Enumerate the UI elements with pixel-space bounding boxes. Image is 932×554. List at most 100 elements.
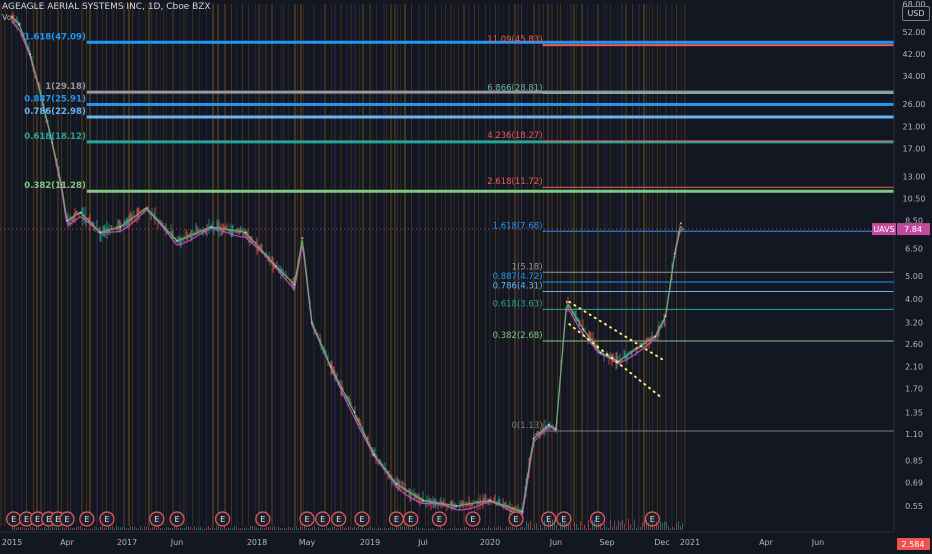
volume-bar bbox=[376, 528, 377, 530]
session-stripe bbox=[192, 4, 193, 526]
volume-bar bbox=[288, 526, 289, 530]
earnings-marker-label: E bbox=[394, 515, 399, 524]
volume-bar bbox=[530, 520, 531, 530]
session-stripe bbox=[0, 4, 2, 526]
volume-bar bbox=[496, 527, 497, 530]
session-stripe bbox=[570, 4, 572, 526]
volume-bar bbox=[104, 527, 105, 530]
session-stripe bbox=[489, 4, 491, 526]
volume-bar bbox=[374, 527, 375, 530]
volume-bar bbox=[378, 527, 379, 530]
volume-bar bbox=[466, 526, 467, 530]
volume-bar bbox=[58, 527, 59, 530]
volume-bar bbox=[668, 526, 669, 530]
volume-bar bbox=[186, 526, 187, 530]
x-tick-label: 2019 bbox=[360, 538, 380, 547]
y-tick-label: 26.00 bbox=[903, 100, 926, 109]
session-stripe bbox=[503, 4, 504, 526]
current-price-badge[interactable]: UAVS 7.84 bbox=[872, 223, 930, 236]
session-stripe bbox=[593, 4, 594, 526]
volume-bar bbox=[86, 528, 87, 530]
session-stripe bbox=[354, 4, 356, 526]
y-tick-label: 17.00 bbox=[903, 144, 926, 153]
x-tick-label: 2017 bbox=[117, 538, 137, 547]
earnings-marker-label: E bbox=[595, 515, 600, 524]
session-stripe bbox=[186, 4, 187, 526]
volume-bar bbox=[606, 526, 607, 530]
session-stripe bbox=[362, 4, 364, 526]
volume-bar bbox=[246, 527, 247, 530]
session-stripe bbox=[231, 4, 232, 526]
earnings-marker-label: E bbox=[514, 515, 519, 524]
volume-bar bbox=[28, 528, 29, 530]
volume-bar bbox=[36, 527, 37, 530]
volume-bar bbox=[12, 526, 13, 530]
price-point bbox=[555, 428, 557, 430]
volume-bar bbox=[556, 525, 557, 530]
session-stripe bbox=[495, 4, 496, 526]
volume-bar bbox=[594, 520, 595, 530]
chart-area[interactable]: 2.618(76.07)1.618(47.09)11.09(45.83)1(29… bbox=[0, 0, 932, 550]
session-stripe bbox=[217, 4, 219, 526]
session-stripe bbox=[463, 4, 465, 526]
y-tick-label: 21.00 bbox=[903, 122, 926, 131]
y-tick-label: 52.00 bbox=[903, 28, 926, 37]
volume-bar bbox=[616, 525, 617, 530]
session-stripe bbox=[166, 4, 167, 526]
session-stripe bbox=[340, 4, 342, 526]
volume-bar bbox=[144, 526, 145, 530]
volume-bar bbox=[438, 528, 439, 530]
volume-bar bbox=[402, 526, 403, 530]
volume-bar bbox=[278, 526, 279, 530]
volume-bar bbox=[576, 524, 577, 530]
session-stripe bbox=[148, 4, 150, 526]
price-point bbox=[145, 207, 148, 209]
currency-button[interactable]: USD bbox=[902, 6, 930, 21]
volume-bar bbox=[652, 523, 653, 530]
volume-bar bbox=[268, 526, 269, 530]
volume-bar bbox=[364, 528, 365, 530]
volume-bar bbox=[516, 527, 517, 530]
fib-level-label: 4.236(18.27) bbox=[487, 131, 542, 141]
x-tick-label: Jun bbox=[170, 538, 184, 547]
volume-bar bbox=[106, 527, 107, 530]
volume-bar bbox=[632, 528, 633, 530]
session-stripe bbox=[334, 4, 336, 526]
volume-bar bbox=[108, 526, 109, 530]
volume-bar bbox=[270, 526, 271, 530]
last-scale-value: 2.584 bbox=[902, 540, 925, 549]
volume-bar bbox=[414, 528, 415, 530]
volume-bar bbox=[666, 522, 667, 530]
volume-bar bbox=[126, 528, 127, 530]
volume-bar bbox=[660, 521, 661, 530]
earnings-marker-label: E bbox=[35, 515, 40, 524]
volume-bar bbox=[598, 523, 599, 530]
fib-level-label: 0.618(3.63) bbox=[493, 299, 543, 309]
volume-bar bbox=[100, 526, 101, 530]
volume-bar bbox=[502, 528, 503, 530]
volume-bar bbox=[590, 528, 591, 530]
volume-bar bbox=[410, 527, 411, 530]
session-stripe bbox=[224, 4, 226, 526]
y-tick-label: 5.00 bbox=[905, 272, 923, 281]
volume-bar bbox=[90, 528, 91, 530]
current-price-value: 7.84 bbox=[904, 225, 922, 234]
fib-level-label: 1(29.18) bbox=[45, 82, 86, 92]
session-stripe bbox=[206, 4, 207, 526]
earnings-marker-label: E bbox=[64, 515, 69, 524]
volume-bar bbox=[356, 527, 357, 530]
volume-bar bbox=[336, 528, 337, 530]
volume-bar bbox=[420, 528, 421, 530]
earnings-marker-label: E bbox=[154, 515, 159, 524]
volume-bar bbox=[160, 528, 161, 530]
volume-bar bbox=[392, 527, 393, 530]
session-stripe bbox=[86, 4, 87, 526]
volume-bar bbox=[276, 528, 277, 530]
session-stripe bbox=[643, 4, 645, 526]
session-stripe bbox=[294, 4, 296, 526]
volume-bar bbox=[20, 527, 21, 530]
session-stripe bbox=[331, 4, 332, 526]
price-chart[interactable]: 2.618(76.07)1.618(47.09)11.09(45.83)1(29… bbox=[0, 0, 932, 550]
volume-bar bbox=[138, 528, 139, 530]
session-stripe bbox=[199, 4, 200, 526]
